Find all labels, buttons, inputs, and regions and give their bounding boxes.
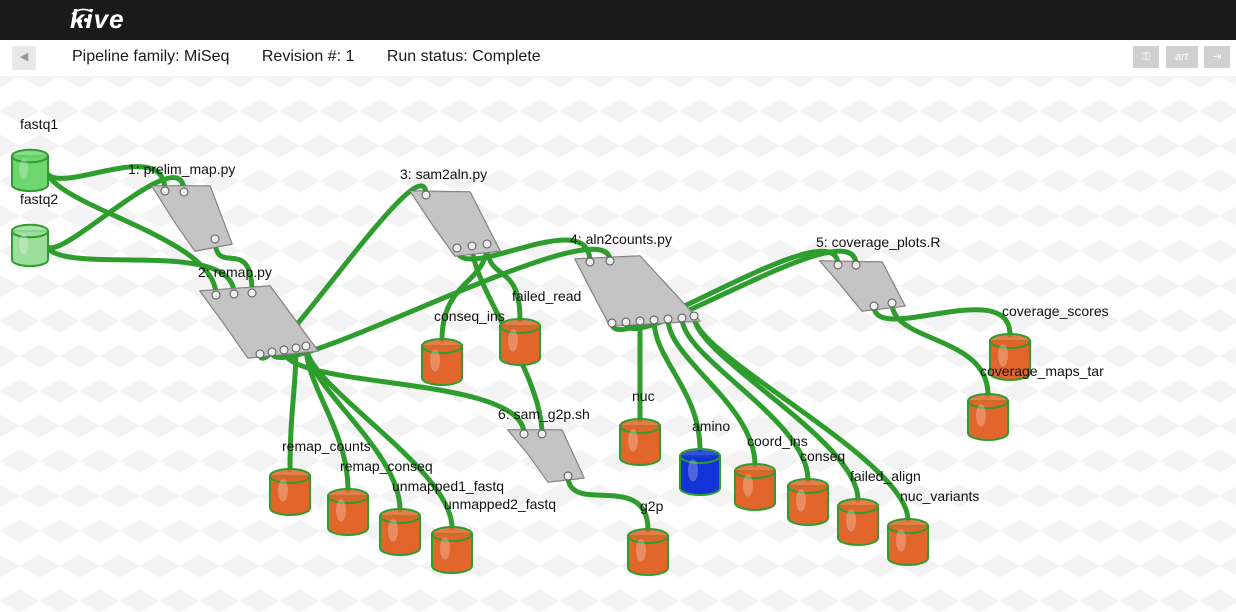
top-bar: kive [0,0,1236,40]
cylinder-icon [422,339,462,385]
input-label: fastq2 [20,191,58,207]
processor-label: 4: aln2counts.py [570,231,672,247]
output-label: failed_read [512,288,581,304]
cylinder-icon [838,499,878,545]
processor-label: 2: remap.py [198,264,272,280]
toolbar-right: ⚿ art ⇥ [1131,46,1230,70]
cylinder-icon [968,394,1008,440]
output-label: coord_ins [747,433,808,449]
output-label: remap_counts [282,438,371,454]
cylinder-icon [788,479,828,525]
output-label: unmapped2_fastq [444,496,556,512]
cylinder-icon [680,449,720,495]
output-label: amino [692,418,730,434]
output-label: failed_align [850,468,921,484]
cylinder-icon [500,319,540,365]
cylinder-icon [12,225,48,266]
crumb-status: Run status: Complete [387,48,541,66]
output-label: g2p [640,498,663,514]
output-label: unmapped1_fastq [392,478,504,494]
crumb-pipeline-family[interactable]: Pipeline family: MiSeq [72,48,229,66]
export-icon[interactable]: ⇥ [1204,46,1230,68]
processor-label: 3: sam2aln.py [400,166,487,182]
input-label: fastq1 [20,116,58,132]
key-icon[interactable]: ⚿ [1133,46,1159,68]
pipeline-canvas[interactable]: fastq1 fastq2 1: prelim_map.py 2: remap.py 3… [0,76,1236,612]
cylinder-icon [628,529,668,575]
output-label: conseq_ins [434,308,505,324]
output-label: coverage_maps_tar [980,363,1104,379]
breadcrumb: Pipeline family: MiSeq Revision #: 1 Run… [72,48,569,66]
cylinder-icon [888,519,928,565]
processor-node[interactable] [508,430,584,482]
output-label: coverage_scores [1002,303,1109,319]
cylinder-icon [12,150,48,191]
cylinder-icon [380,509,420,555]
sub-header: ◀ Pipeline family: MiSeq Revision #: 1 R… [0,40,1236,77]
cylinder-icon [270,469,310,515]
art-button[interactable]: art [1166,46,1198,68]
processor-label: 1: prelim_map.py [128,161,235,177]
processor-label: 5: coverage_plots.R [816,234,941,250]
output-label: nuc [632,388,655,404]
output-label: nuc_variants [900,488,979,504]
cylinder-icon [735,464,775,510]
cylinder-icon [328,489,368,535]
back-button[interactable]: ◀ [12,46,36,70]
output-label: remap_conseq [340,458,433,474]
crumb-revision[interactable]: Revision #: 1 [262,48,355,66]
cylinder-icon [620,419,660,465]
logo[interactable]: kive [70,4,127,35]
output-label: conseq [800,448,845,464]
processor-label: 6: sam_g2p.sh [498,406,590,422]
cylinder-icon [432,527,472,573]
